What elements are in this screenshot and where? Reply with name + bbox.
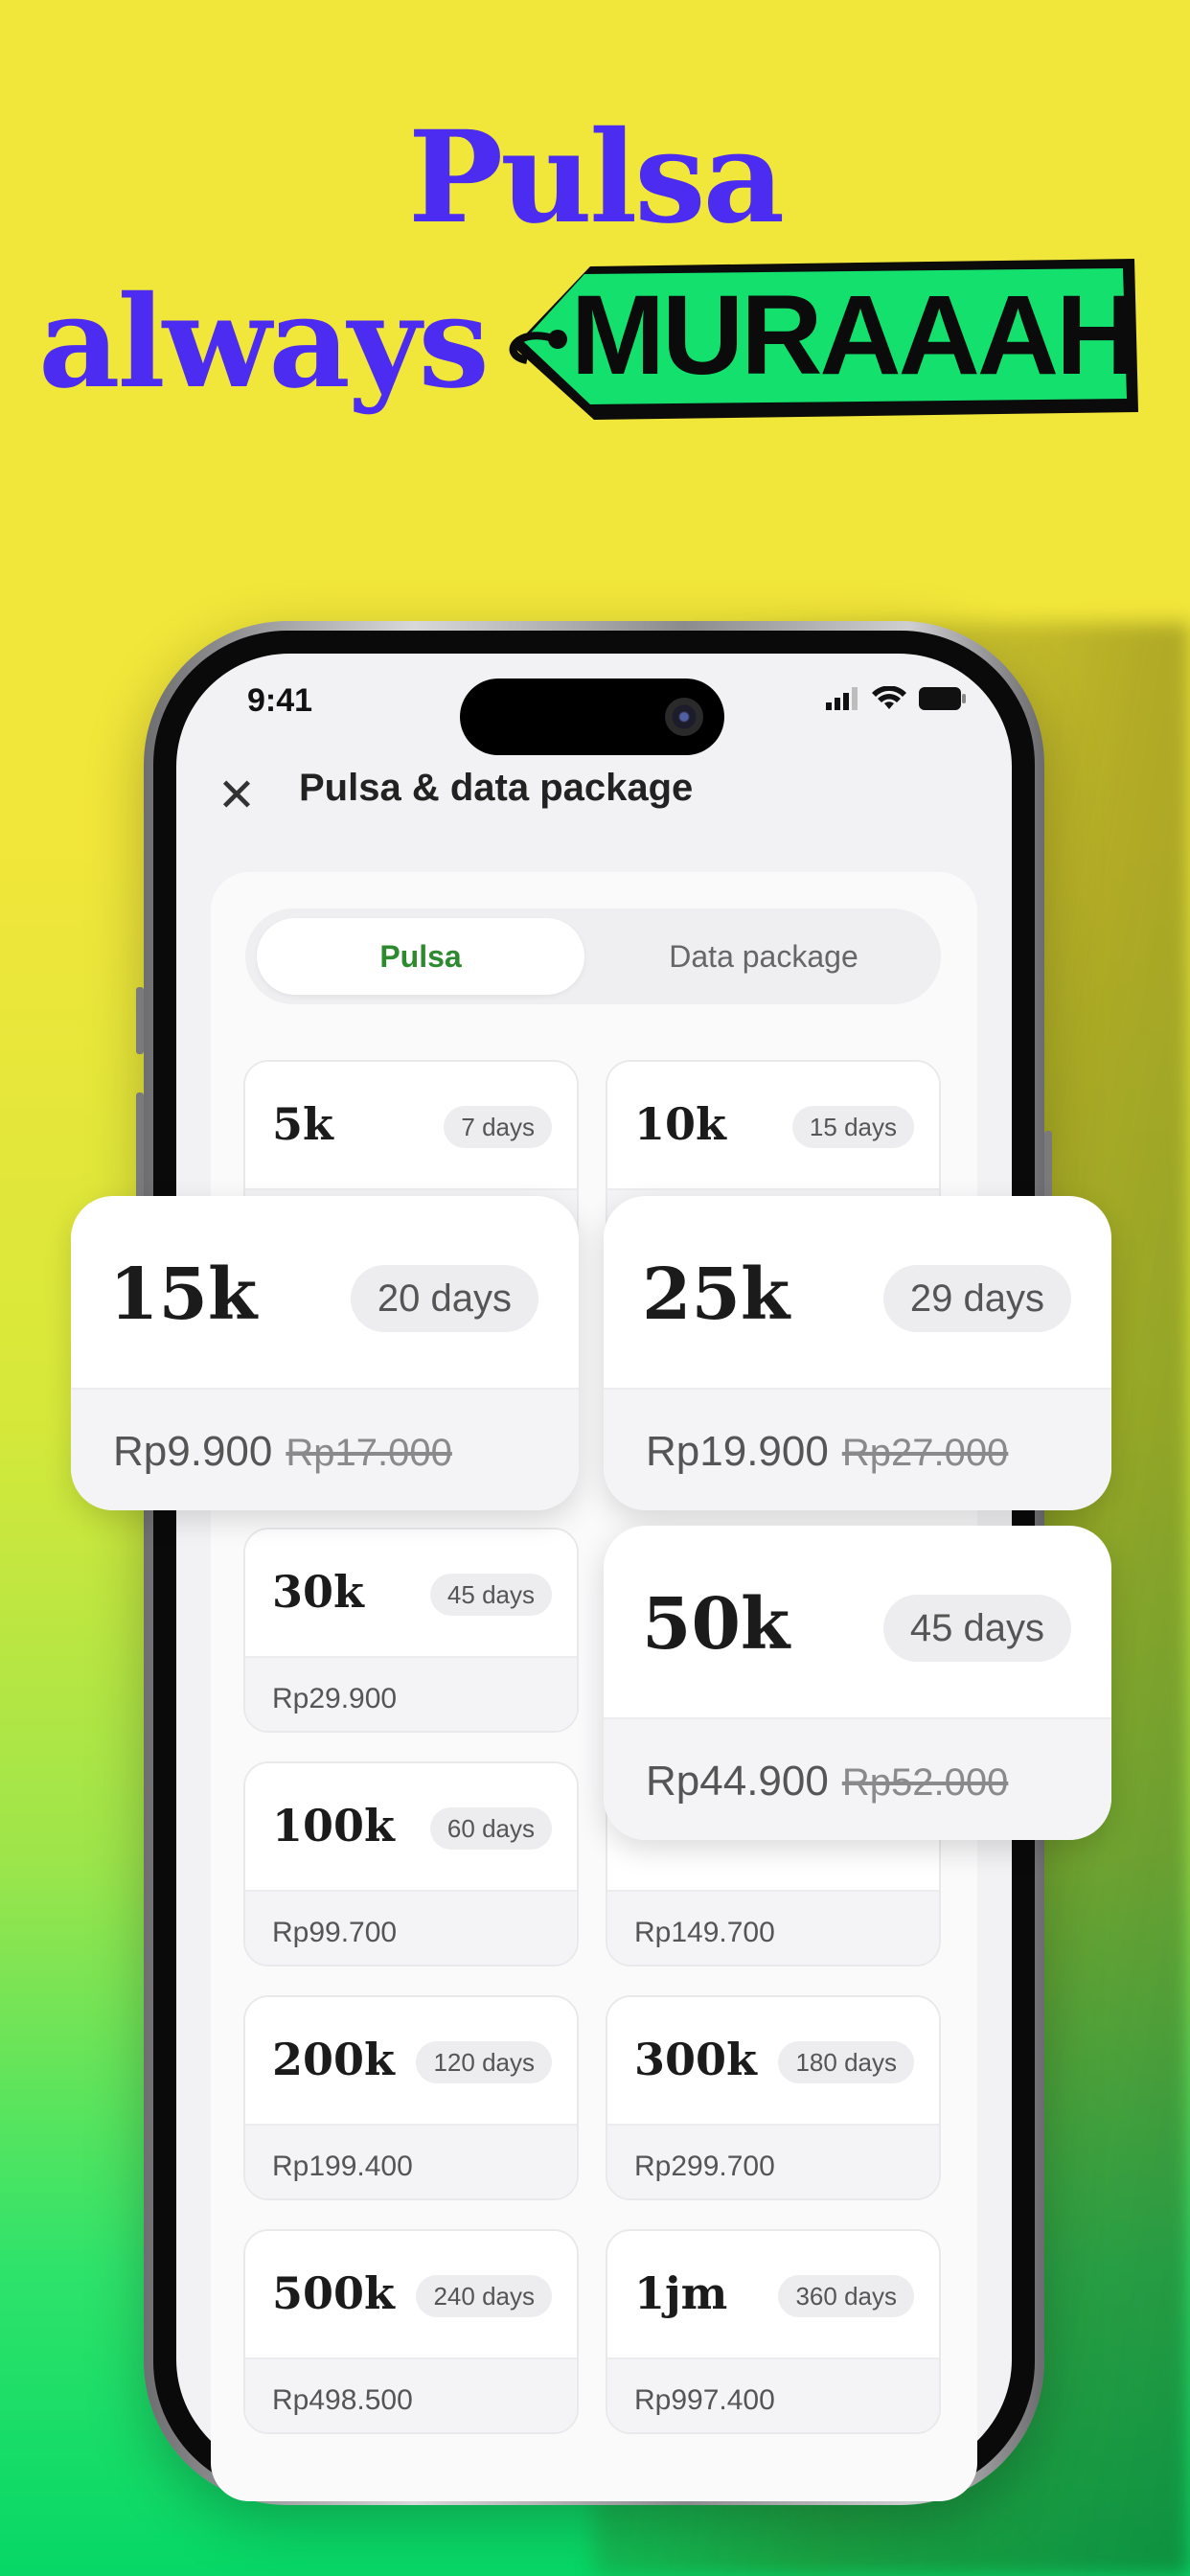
- close-icon[interactable]: ✕: [213, 772, 261, 820]
- package-price: Rp44.900 Rp52.000: [646, 1758, 1008, 1806]
- featured-package-card[interactable]: 15k 20 days Rp9.900 Rp17.000: [71, 1196, 579, 1510]
- package-amount: 500k: [272, 2267, 395, 2319]
- package-duration: 15 days: [791, 1106, 914, 1148]
- package-amount: 5k: [272, 1098, 333, 1150]
- phone-volume-up: [136, 1092, 144, 1208]
- package-price: Rp29.900: [272, 1683, 398, 1714]
- headline-always: always: [38, 268, 490, 417]
- featured-package-card[interactable]: 50k 45 days Rp44.900 Rp52.000: [604, 1526, 1111, 1840]
- tab-data-package[interactable]: Data package: [598, 918, 929, 995]
- package-price: Rp997.400: [634, 2384, 775, 2416]
- package-duration: 29 days: [882, 1265, 1071, 1332]
- package-card[interactable]: 30k 45 days Rp29.900: [243, 1528, 579, 1733]
- wifi-icon: [872, 686, 906, 709]
- package-duration: 180 days: [778, 2041, 914, 2083]
- package-duration: 120 days: [416, 2041, 552, 2083]
- package-amount: 50k: [642, 1583, 790, 1666]
- package-card[interactable]: 1jm 360 days Rp997.400: [606, 2229, 941, 2434]
- package-amount: 25k: [642, 1254, 790, 1336]
- featured-package-card[interactable]: 25k 29 days Rp19.900 Rp27.000: [604, 1196, 1111, 1510]
- package-amount: 1jm: [634, 2267, 728, 2319]
- page-title: Pulsa & data package: [299, 767, 694, 809]
- signal-icon: [826, 687, 858, 710]
- package-price-old: Rp17.000: [286, 1432, 452, 1474]
- package-card[interactable]: 300k 180 days Rp299.700: [606, 1995, 941, 2200]
- package-card[interactable]: 500k 240 days Rp498.500: [243, 2229, 579, 2434]
- package-duration: 60 days: [429, 1807, 552, 1850]
- package-amount: 200k: [272, 2034, 395, 2085]
- tab-pulsa[interactable]: Pulsa: [257, 918, 584, 995]
- package-price: Rp19.900 Rp27.000: [646, 1428, 1008, 1476]
- package-price-current: Rp19.900: [646, 1428, 829, 1475]
- package-price: Rp99.700: [272, 1917, 398, 1948]
- package-price-current: Rp9.900: [113, 1428, 273, 1475]
- package-duration: 20 days: [350, 1265, 538, 1332]
- package-amount: 100k: [272, 1800, 395, 1852]
- headline-pulsa: Pulsa: [407, 104, 785, 252]
- package-duration: 360 days: [778, 2275, 914, 2317]
- package-amount: 300k: [634, 2034, 757, 2085]
- package-amount: 30k: [272, 1566, 364, 1618]
- package-duration: 45 days: [429, 1574, 552, 1616]
- status-icons: [826, 686, 966, 711]
- package-duration: 240 days: [416, 2275, 552, 2317]
- package-price: Rp9.900 Rp17.000: [113, 1428, 452, 1476]
- package-price: Rp149.700: [634, 1917, 775, 1948]
- package-duration: 7 days: [444, 1106, 552, 1148]
- package-price: Rp498.500: [272, 2384, 413, 2416]
- package-card[interactable]: 100k 60 days Rp99.700: [243, 1761, 579, 1966]
- package-card[interactable]: 200k 120 days Rp199.400: [243, 1995, 579, 2200]
- package-price-old: Rp52.000: [841, 1761, 1009, 1804]
- package-price-current: Rp44.900: [646, 1758, 829, 1805]
- package-price: Rp199.400: [272, 2150, 413, 2182]
- headline-tag-label: MURAAAH: [570, 272, 1138, 399]
- package-price: Rp299.700: [634, 2150, 775, 2182]
- status-time: 9:41: [247, 682, 313, 719]
- battery-icon: [919, 687, 966, 710]
- phone-side-button: [136, 987, 144, 1054]
- package-amount: 15k: [109, 1254, 258, 1336]
- package-duration: 45 days: [882, 1595, 1071, 1662]
- camera-icon: [665, 698, 703, 736]
- package-price-old: Rp27.000: [841, 1432, 1009, 1474]
- package-amount: 10k: [634, 1098, 726, 1150]
